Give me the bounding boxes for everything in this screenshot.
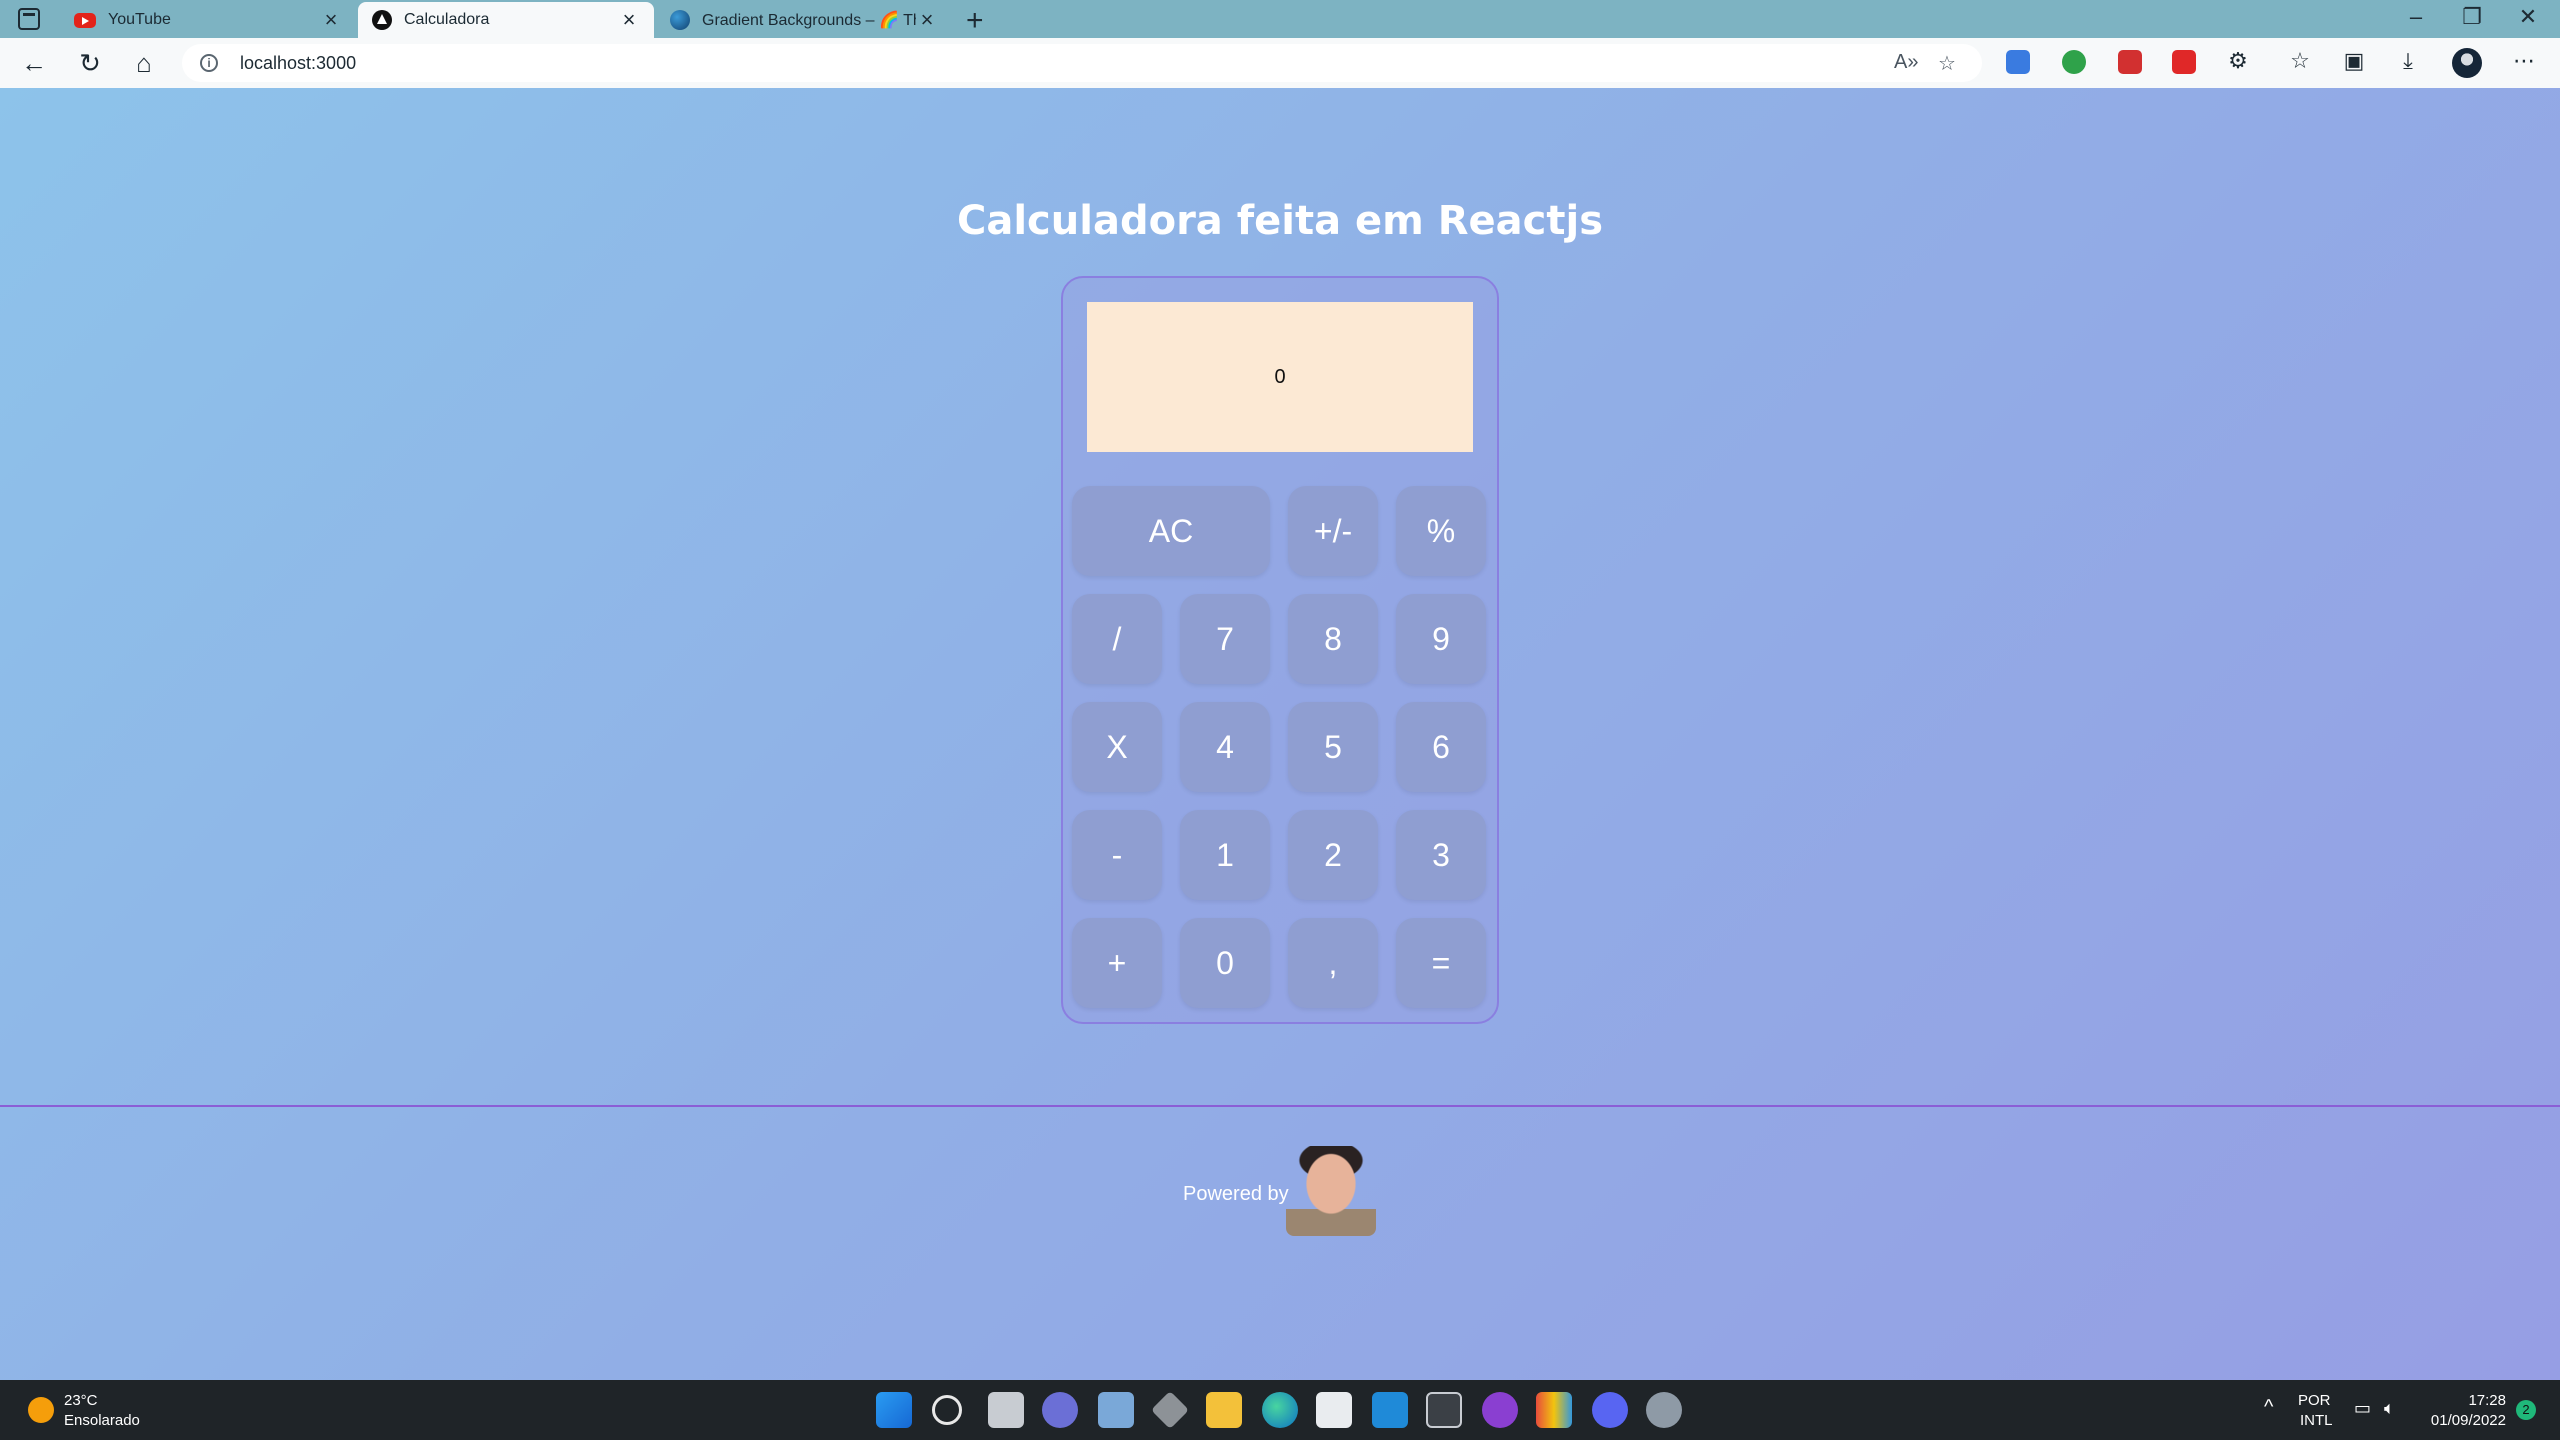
key-1[interactable]: 1 [1180, 810, 1270, 900]
tab-strip: YouTube × Calculadora × Gradient Backgro… [0, 0, 2560, 38]
key-8[interactable]: 8 [1288, 594, 1378, 684]
github-desktop-icon[interactable] [1482, 1392, 1518, 1428]
key-equals[interactable]: = [1396, 918, 1486, 1008]
vscode-icon[interactable] [1372, 1392, 1408, 1428]
tab-calculadora[interactable]: Calculadora × [358, 2, 654, 38]
close-icon[interactable]: × [320, 7, 342, 33]
settings-icon[interactable] [1646, 1392, 1682, 1428]
react-app-icon [372, 10, 392, 30]
footer-divider [0, 1105, 2560, 1107]
profile-avatar[interactable] [2452, 48, 2482, 78]
clock-date[interactable]: 01/09/2022 [2420, 1412, 2506, 1429]
info-icon[interactable]: i [200, 54, 218, 72]
weather-condition[interactable]: Ensolarado [64, 1412, 140, 1429]
refresh-icon[interactable]: ↻ [72, 46, 108, 80]
tab-title: YouTube [108, 11, 171, 28]
close-icon[interactable]: × [916, 7, 938, 33]
restore-icon[interactable]: ❐ [2444, 4, 2500, 30]
search-icon[interactable] [932, 1395, 962, 1425]
translate-extension-icon[interactable] [2006, 50, 2030, 74]
collections-icon[interactable]: ▣ [2338, 48, 2370, 74]
task-view-icon[interactable] [988, 1392, 1024, 1428]
key-2[interactable]: 2 [1288, 810, 1378, 900]
unity-icon[interactable] [1150, 1390, 1190, 1430]
new-tab-icon[interactable]: + [966, 4, 984, 38]
youtube-icon [74, 12, 96, 28]
key-4[interactable]: 4 [1180, 702, 1270, 792]
shield-extension-icon[interactable] [2062, 50, 2086, 74]
calculator: 0 AC +/- % / 7 8 9 X 4 5 6 - 1 2 3 + 0 ,… [1061, 276, 1499, 1024]
key-7[interactable]: 7 [1180, 594, 1270, 684]
file-explorer-icon[interactable] [1206, 1392, 1242, 1428]
close-window-icon[interactable]: ✕ [2500, 4, 2556, 30]
page-viewport: Calculadora feita em Reactjs 0 AC +/- % … [0, 88, 2560, 1380]
url-text[interactable]: localhost:3000 [240, 53, 356, 74]
sun-icon[interactable] [28, 1397, 54, 1423]
weather-temperature[interactable]: 23°C [64, 1392, 98, 1409]
close-icon[interactable]: × [618, 7, 640, 33]
display-value: 0 [1274, 365, 1286, 388]
add-favorite-icon[interactable]: ☆ [1938, 51, 1956, 76]
more-menu-icon[interactable]: ⋯ [2508, 48, 2540, 74]
key-divide[interactable]: / [1072, 594, 1162, 684]
key-clear[interactable]: AC [1072, 486, 1270, 576]
extensions-icon[interactable]: ⚙ [2222, 48, 2254, 74]
key-3[interactable]: 3 [1396, 810, 1486, 900]
network-icon[interactable]: ▭ [2354, 1398, 2371, 1419]
chat-icon[interactable] [1042, 1392, 1078, 1428]
toolbar: ← ↻ ⌂ i localhost:3000 A» ☆ ⚙ ☆ ▣ ⤓ ⋯ [0, 38, 2560, 88]
key-0[interactable]: 0 [1180, 918, 1270, 1008]
language-code[interactable]: POR [2298, 1392, 2331, 1409]
language-layout[interactable]: INTL [2300, 1412, 2333, 1429]
read-aloud-icon[interactable]: A» [1894, 51, 1918, 74]
key-6[interactable]: 6 [1396, 702, 1486, 792]
windows-start-icon[interactable] [876, 1392, 912, 1428]
key-9[interactable]: 9 [1396, 594, 1486, 684]
notification-badge[interactable]: 2 [2516, 1400, 2536, 1420]
photos-icon[interactable] [1098, 1392, 1134, 1428]
ublock-extension-icon[interactable] [2172, 50, 2196, 74]
globe-icon [670, 10, 690, 30]
tab-title: Calculadora [404, 11, 490, 28]
key-subtract[interactable]: - [1072, 810, 1162, 900]
author-avatar[interactable] [1286, 1146, 1376, 1236]
calculator-display: 0 [1087, 302, 1473, 452]
favorites-icon[interactable]: ☆ [2284, 48, 2316, 74]
powered-by-label: Powered by [1183, 1183, 1289, 1205]
tab-actions-icon[interactable] [18, 8, 40, 30]
terminal-icon[interactable] [1426, 1392, 1462, 1428]
key-multiply[interactable]: X [1072, 702, 1162, 792]
app-icon[interactable] [1536, 1392, 1572, 1428]
address-bar[interactable]: i localhost:3000 A» ☆ [182, 44, 1982, 82]
discord-icon[interactable] [1592, 1392, 1628, 1428]
key-5[interactable]: 5 [1288, 702, 1378, 792]
chevron-up-icon[interactable]: ^ [2264, 1396, 2273, 1419]
tab-gradient-backgrounds[interactable]: Gradient Backgrounds – 🌈 The × [656, 2, 952, 38]
volume-icon[interactable]: 🔈︎ [2384, 1398, 2395, 1419]
home-icon[interactable]: ⌂ [126, 46, 162, 80]
minimize-icon[interactable]: – [2388, 4, 2444, 30]
tab-youtube[interactable]: YouTube × [60, 2, 356, 38]
key-percent[interactable]: % [1396, 486, 1486, 576]
page-title: Calculadora feita em Reactjs [957, 198, 1603, 244]
pdf-extension-icon[interactable] [2118, 50, 2142, 74]
key-decimal[interactable]: , [1288, 918, 1378, 1008]
key-add[interactable]: + [1072, 918, 1162, 1008]
store-icon[interactable] [1316, 1392, 1352, 1428]
downloads-icon[interactable]: ⤓ [2392, 48, 2424, 74]
taskbar: 23°C Ensolarado ^ POR INTL ▭ 🔈︎ 17:28 01… [0, 1380, 2560, 1440]
tab-title: Gradient Backgrounds – 🌈 The [702, 12, 916, 29]
key-negate[interactable]: +/- [1288, 486, 1378, 576]
edge-icon[interactable] [1262, 1392, 1298, 1428]
back-icon[interactable]: ← [16, 46, 52, 80]
clock-time[interactable]: 17:28 [2450, 1392, 2506, 1409]
